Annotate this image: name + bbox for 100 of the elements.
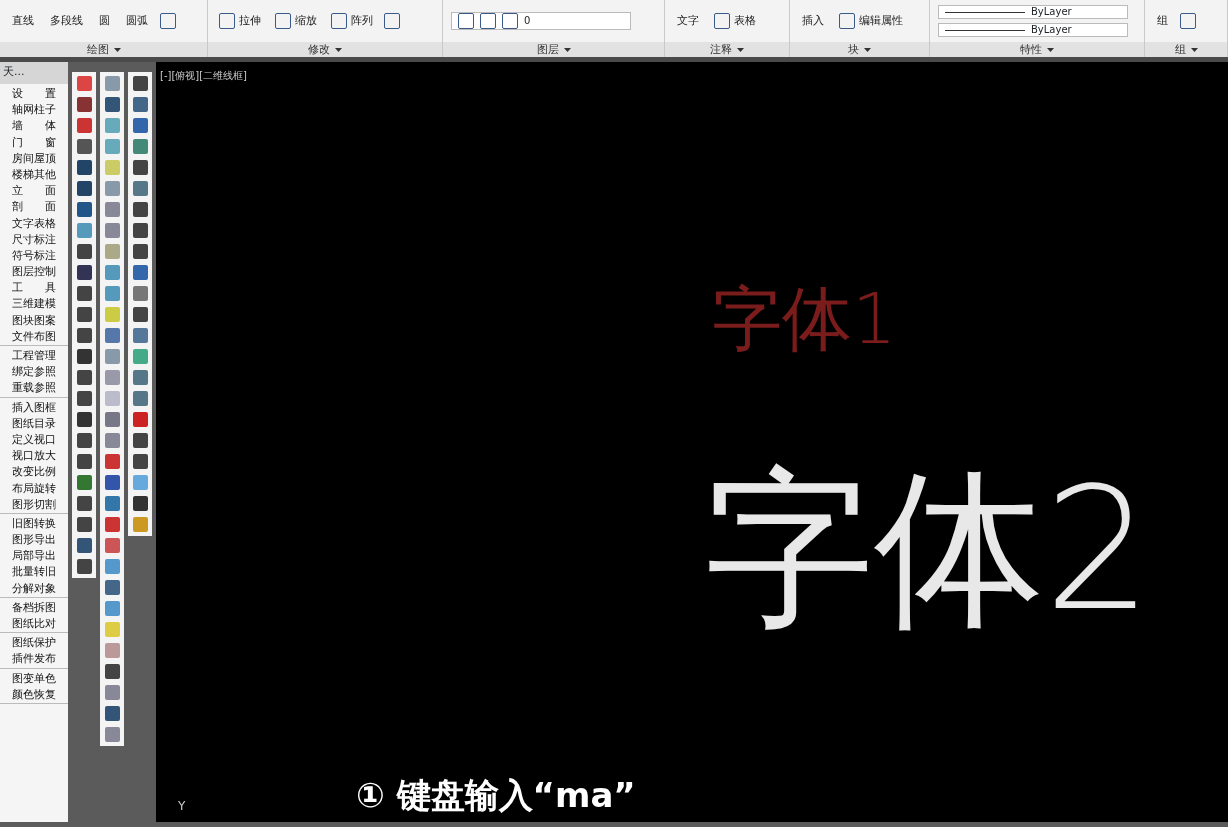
toolbar-icon[interactable]: [76, 370, 92, 385]
toolbar-icon[interactable]: [76, 496, 92, 511]
toolbar-icon[interactable]: [76, 244, 92, 259]
menu-item[interactable]: 重载参照: [0, 379, 68, 396]
ribbon-button[interactable]: 多段线: [46, 10, 87, 32]
caret-icon[interactable]: [563, 48, 571, 52]
layer-dropdown[interactable]: 0: [451, 12, 631, 30]
menu-item[interactable]: 改变比例: [0, 463, 68, 480]
ribbon-button[interactable]: 编辑属性: [836, 11, 906, 31]
menu-item[interactable]: 图纸目录: [0, 414, 68, 431]
panel-title[interactable]: 特性: [1020, 43, 1042, 56]
menu-item[interactable]: 门 窗: [0, 133, 68, 150]
tool-icon[interactable]: [160, 13, 176, 29]
toolbar-icon[interactable]: [132, 76, 148, 91]
toolbar-icon[interactable]: [76, 202, 92, 217]
toolbar-icon[interactable]: [132, 454, 148, 469]
linetype-dropdown[interactable]: ByLayer: [938, 5, 1128, 19]
panel-title[interactable]: 修改: [308, 43, 330, 56]
ribbon-button[interactable]: 插入: [798, 10, 828, 32]
caret-icon[interactable]: [113, 48, 121, 52]
menu-item[interactable]: 插件发布: [0, 650, 68, 667]
toolbar-icon[interactable]: [76, 538, 92, 553]
menu-item[interactable]: 房间屋顶: [0, 149, 68, 166]
caret-icon[interactable]: [1190, 48, 1198, 52]
toolbar-icon[interactable]: [76, 307, 92, 322]
toolbar-icon[interactable]: [132, 433, 148, 448]
menu-item[interactable]: 颜色恢复: [0, 685, 68, 702]
menu-item[interactable]: 图形切割: [0, 495, 68, 512]
toolbar-icon[interactable]: [76, 517, 92, 532]
toolbar-icon[interactable]: [104, 706, 120, 721]
menu-item[interactable]: 图纸保护: [0, 634, 68, 651]
menu-item[interactable]: 图块图案: [0, 311, 68, 328]
ribbon-button[interactable]: 阵列: [328, 11, 376, 31]
toolbar-icon[interactable]: [76, 559, 92, 574]
ribbon-button[interactable]: 表格: [711, 11, 759, 31]
menu-item[interactable]: 备档拆图: [0, 598, 68, 615]
menu-item[interactable]: 视口放大: [0, 447, 68, 464]
menu-item[interactable]: 尺寸标注: [0, 230, 68, 247]
toolbar-icon[interactable]: [76, 160, 92, 175]
menu-item[interactable]: 墙 体: [0, 117, 68, 134]
menu-item[interactable]: 旧图转换: [0, 514, 68, 532]
ribbon-button[interactable]: 缩放: [272, 11, 320, 31]
caret-icon[interactable]: [1047, 48, 1054, 52]
menu-item[interactable]: 局部导出: [0, 547, 68, 564]
toolbar-icon[interactable]: [76, 181, 92, 196]
toolbar-icon[interactable]: [132, 160, 148, 175]
menu-item[interactable]: 图层控制: [0, 263, 68, 280]
menu-item[interactable]: 图形导出: [0, 531, 68, 548]
menu-item[interactable]: 楼梯其他: [0, 165, 68, 183]
toolbar-icon[interactable]: [76, 265, 92, 280]
menu-item[interactable]: 剖 面: [0, 198, 68, 215]
toolbar-icon[interactable]: [104, 475, 120, 490]
toolbar-icon[interactable]: [132, 244, 148, 259]
menu-item[interactable]: 设 置: [0, 85, 68, 102]
menu-item[interactable]: 工程管理: [0, 347, 68, 364]
toolbar-icon[interactable]: [76, 286, 92, 301]
toolbar-icon[interactable]: [76, 454, 92, 469]
menu-item[interactable]: 图变单色: [0, 669, 68, 686]
viewport-label[interactable]: [-][俯视][二维线框]: [160, 68, 248, 83]
caret-icon[interactable]: [335, 48, 342, 52]
linetype-dropdown[interactable]: ByLayer: [938, 23, 1128, 37]
toolbar-icon[interactable]: [132, 223, 148, 238]
panel-title[interactable]: 注释: [710, 43, 732, 56]
menu-item[interactable]: 工 具: [0, 279, 68, 296]
toolbar-icon[interactable]: [76, 412, 92, 427]
toolbar-icon[interactable]: [76, 433, 92, 448]
toolbar-icon[interactable]: [132, 118, 148, 133]
toolbar-icon[interactable]: [76, 328, 92, 343]
toolbar-icon[interactable]: [76, 391, 92, 406]
menu-item[interactable]: 布局旋转: [0, 479, 68, 496]
tool-icon[interactable]: [384, 13, 400, 29]
menu-item[interactable]: 文字表格: [0, 214, 68, 231]
ribbon-button[interactable]: 拉伸: [216, 11, 264, 31]
ribbon-button[interactable]: 文字: [673, 10, 703, 32]
toolbar-icon[interactable]: [76, 475, 92, 490]
menu-item[interactable]: 定义视口: [0, 430, 68, 448]
toolbar-icon[interactable]: [76, 349, 92, 364]
toolbar-icon[interactable]: [132, 412, 148, 427]
panel-title[interactable]: 组: [1174, 43, 1186, 56]
menu-item[interactable]: 插入图框: [0, 398, 68, 415]
ribbon-button[interactable]: 直线: [8, 10, 38, 32]
toolbar-icon[interactable]: [132, 202, 148, 217]
toolbar-icon[interactable]: [104, 664, 120, 679]
toolbar-icon[interactable]: [132, 307, 148, 322]
menu-item[interactable]: 文件布图: [0, 327, 68, 344]
toolbar-icon[interactable]: [76, 139, 92, 154]
menu-item[interactable]: 符号标注: [0, 246, 68, 264]
toolbar-icon[interactable]: [76, 97, 92, 112]
panel-title[interactable]: 块: [848, 43, 859, 56]
menu-item[interactable]: 轴网柱子: [0, 101, 68, 118]
menu-item[interactable]: 绑定参照: [0, 363, 68, 380]
ribbon-button[interactable]: 圆弧: [122, 10, 152, 32]
toolbar-icon[interactable]: [132, 496, 148, 511]
menu-item[interactable]: 三维建模: [0, 295, 68, 312]
ribbon-button[interactable]: 圆: [95, 10, 114, 32]
menu-item[interactable]: 图纸比对: [0, 615, 68, 632]
caret-icon[interactable]: [737, 48, 744, 52]
toolbar-icon[interactable]: [132, 265, 148, 280]
tool-icon[interactable]: [1180, 13, 1196, 29]
caret-icon[interactable]: [864, 48, 871, 52]
